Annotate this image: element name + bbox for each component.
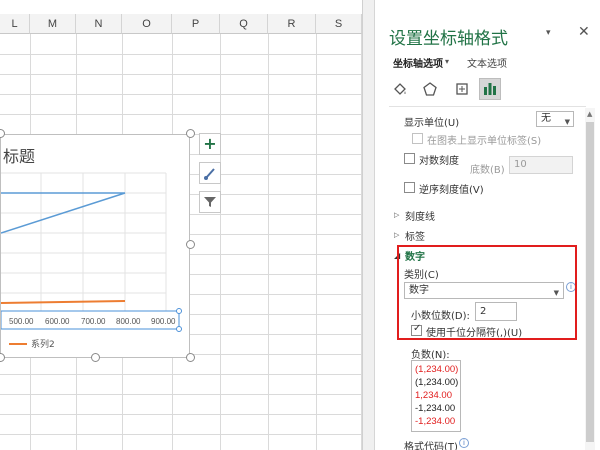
grid-line <box>0 74 362 75</box>
log-scale-label: 对数刻度 <box>419 156 459 167</box>
size-properties-icon[interactable] <box>451 78 473 100</box>
tab-text-options[interactable]: 文本选项 <box>467 55 507 70</box>
display-units-select[interactable]: 无 ▼ <box>536 111 574 127</box>
info-icon[interactable]: i <box>459 438 469 448</box>
display-units-value: 无 <box>541 113 551 124</box>
column-header-q[interactable]: Q <box>220 14 268 34</box>
log-base-input[interactable]: 10 <box>509 156 573 174</box>
pane-options-dropdown-icon[interactable]: ▾ <box>546 28 551 38</box>
x-tick-label: 800.00 <box>116 317 141 326</box>
list-item[interactable]: (1,234.00) <box>415 377 458 388</box>
legend-label: 系列2 <box>31 340 55 350</box>
grid-line <box>220 34 221 450</box>
column-header-m[interactable]: M <box>30 14 76 34</box>
resize-handle[interactable] <box>186 240 195 249</box>
axis-options-bar-icon[interactable] <box>479 78 501 100</box>
close-icon[interactable]: ✕ <box>578 24 590 40</box>
pane-scrollbar[interactable]: ▲ <box>585 108 595 450</box>
column-header-n[interactable]: N <box>76 14 122 34</box>
list-item[interactable]: -1,234.00 <box>415 416 455 427</box>
resize-handle[interactable] <box>186 353 195 362</box>
show-unit-label-text: 在图表上显示单位标签(S) <box>427 136 542 147</box>
grid-line <box>0 414 362 415</box>
section-tick-marks[interactable]: 刻度线 <box>405 208 435 223</box>
resize-handle[interactable] <box>186 129 195 138</box>
resize-handle[interactable] <box>0 353 5 362</box>
filter-icon <box>204 197 216 207</box>
show-unit-label-checkbox[interactable] <box>412 133 423 144</box>
effects-pentagon-icon[interactable] <box>419 78 441 100</box>
section-labels[interactable]: 标签 <box>405 228 425 243</box>
chart-filters-button[interactable] <box>199 191 221 213</box>
chart-object[interactable]: 标题 500.00 600.00 700.00 800.00 900.00 系列… <box>0 134 190 358</box>
column-header-s[interactable]: S <box>316 14 362 34</box>
reverse-order-checkbox[interactable] <box>404 182 415 193</box>
grid-line <box>0 114 362 115</box>
x-tick-label: 600.00 <box>45 317 70 326</box>
negative-numbers-list[interactable]: (1,234.00) (1,234.00) 1,234.00 -1,234.00… <box>411 360 461 432</box>
worksheet-area[interactable]: L M N O P Q R S 标题 500.00 600.00 700.00 … <box>0 0 362 450</box>
chevron-down-icon[interactable]: ▾ <box>445 57 449 66</box>
x-tick-label: 900.00 <box>151 317 176 326</box>
grid-line <box>0 434 362 435</box>
chevron-right-icon[interactable]: ▷ <box>394 211 399 219</box>
format-code-label: 格式代码(T) <box>404 442 458 450</box>
sheet-vertical-scrollbar[interactable] <box>362 0 374 450</box>
chart-legend[interactable]: 系列2 <box>9 337 55 350</box>
list-item[interactable]: -1,234.00 <box>415 403 455 414</box>
chart-styles-button[interactable] <box>199 162 221 184</box>
log-base-label: 底数(B) <box>470 165 505 176</box>
legend-swatch <box>9 342 27 345</box>
format-axis-pane: 设置坐标轴格式 ▾ ✕ 坐标轴选项 ▾ 文本选项 ▲ <box>374 0 600 450</box>
brush-icon <box>204 168 215 180</box>
resize-handle[interactable] <box>91 353 100 362</box>
scroll-up-icon[interactable]: ▲ <box>587 110 592 118</box>
negative-numbers-label: 负数(N): <box>411 350 450 361</box>
grid-line <box>316 34 317 450</box>
list-item[interactable]: 1,234.00 <box>415 390 452 401</box>
column-header-r[interactable]: R <box>268 14 316 34</box>
chevron-right-icon[interactable]: ▷ <box>394 231 399 239</box>
number-section-highlight <box>397 245 577 340</box>
column-header-p[interactable]: P <box>172 14 220 34</box>
grid-line <box>0 94 362 95</box>
axis-handle <box>176 308 182 314</box>
scroll-thumb[interactable] <box>586 122 594 442</box>
plus-icon: + <box>203 134 217 153</box>
chevron-down-icon: ▼ <box>564 118 570 126</box>
column-header-l[interactable]: L <box>0 14 30 34</box>
grid-line <box>0 54 362 55</box>
column-header-o[interactable]: O <box>122 14 172 34</box>
series2-line <box>1 300 126 304</box>
x-tick-label: 500.00 <box>9 317 34 326</box>
list-item[interactable]: (1,234.00) <box>415 364 458 375</box>
x-tick-label: 700.00 <box>81 317 106 326</box>
grid-line <box>0 374 362 375</box>
grid-line <box>268 34 269 450</box>
divider <box>389 106 586 107</box>
pane-title: 设置坐标轴格式 <box>389 29 508 49</box>
log-scale-checkbox[interactable] <box>404 153 415 164</box>
display-units-label: 显示单位(U) <box>404 118 460 129</box>
fill-line-icon[interactable] <box>389 78 411 100</box>
axis-handle <box>176 326 182 332</box>
tab-axis-options[interactable]: 坐标轴选项 <box>393 55 443 70</box>
reverse-order-label: 逆序刻度值(V) <box>419 185 484 196</box>
chart-elements-button[interactable]: + <box>199 133 221 155</box>
grid-line <box>0 394 362 395</box>
